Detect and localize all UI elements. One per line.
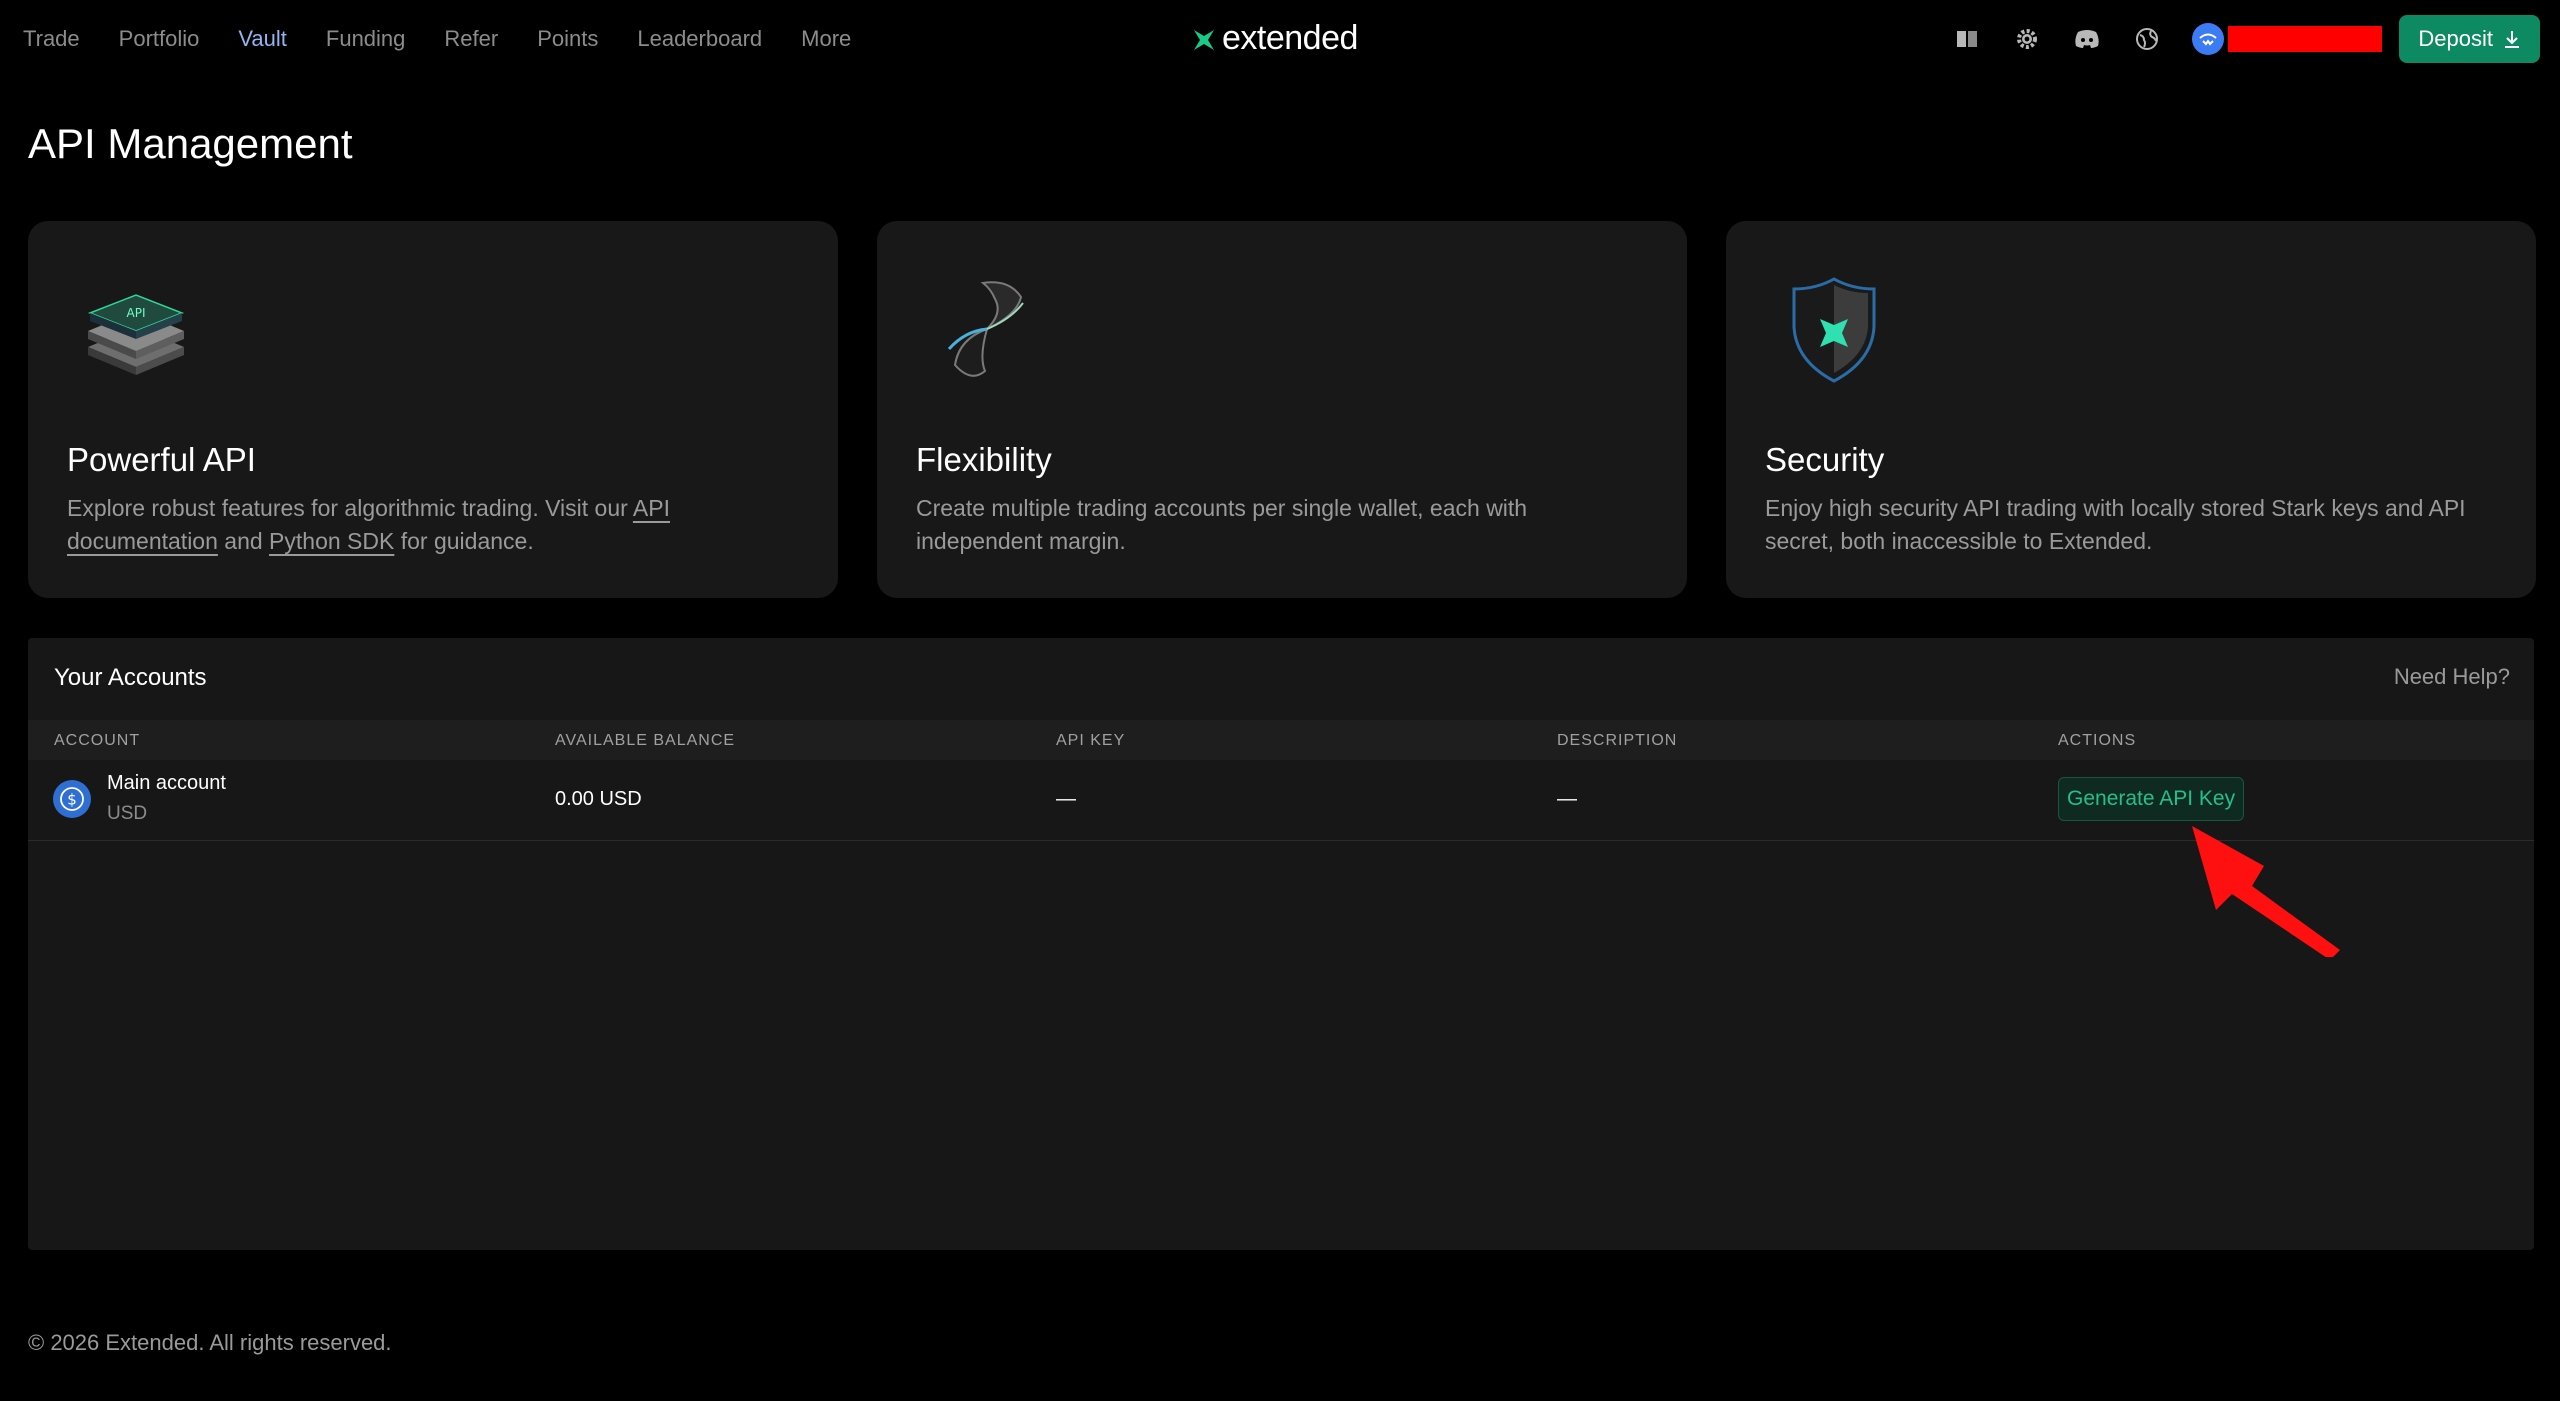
api-stack-icon: API [87, 294, 185, 375]
feature-description: Enjoy high security API trading with loc… [1765, 495, 2466, 554]
column-header: API KEY [1056, 732, 1126, 749]
footer-copyright: © 2026 Extended. All rights reserved. [28, 1330, 392, 1355]
column-header: DESCRIPTION [1557, 732, 1678, 749]
logo-mark-icon [1194, 30, 1214, 50]
svg-text:API: API [127, 306, 146, 320]
python-sdk-link[interactable]: Python SDK [269, 528, 394, 554]
deposit-button[interactable]: Deposit [2399, 15, 2540, 63]
nav-points[interactable]: Points [537, 26, 598, 52]
nav-refer[interactable]: Refer [444, 26, 498, 52]
feature-card-security: Security Enjoy high security API trading… [1726, 221, 2536, 598]
generate-api-key-button[interactable]: Generate API Key [2058, 777, 2245, 821]
nav-leaderboard[interactable]: Leaderboard [637, 26, 762, 52]
walletconnect-icon [2199, 33, 2218, 46]
deposit-label: Deposit [2418, 26, 2493, 51]
feature-card-flexibility: Flexibility Create multiple trading acco… [877, 221, 1687, 598]
globe-icon[interactable] [2134, 26, 2160, 52]
account-currency: USD [107, 803, 148, 824]
desc-text: and [217, 528, 270, 554]
top-bar: Trade Portfolio Vault Funding Refer Poin… [0, 0, 2560, 78]
need-help-link[interactable]: Need Help? [2394, 664, 2510, 690]
header-tools: Deposit [1920, 14, 2540, 64]
discord-icon[interactable] [2074, 26, 2100, 52]
available-balance: 0.00 USD [555, 788, 642, 810]
desc-text: for guidance. [394, 528, 534, 554]
hourglass-icon [947, 281, 1024, 377]
main-nav: Trade Portfolio Vault Funding Refer Poin… [23, 0, 890, 78]
column-header: ACTIONS [2058, 732, 2137, 749]
accounts-title: Your Accounts [54, 664, 207, 691]
brand-logo[interactable]: extended [1192, 18, 1358, 58]
description-value: — [1557, 788, 1577, 810]
wallet-avatar[interactable] [2192, 23, 2225, 55]
page-title: API Management [28, 120, 353, 167]
api-key-value: — [1056, 788, 1076, 810]
accounts-panel: Your Accounts Need Help? ACCOUNT AVAILAB… [28, 638, 2534, 1250]
feature-title: Powerful API [67, 441, 256, 478]
column-header: ACCOUNT [54, 732, 141, 749]
account-name: Main account [107, 772, 226, 794]
desc-text: Explore robust features for algorithmic … [67, 495, 633, 521]
table-row: $ Main account USD 0.00 USD — — Generate… [28, 760, 2534, 841]
feature-card-api: API Powerful API Explore robust features… [28, 221, 838, 598]
table-header: ACCOUNT AVAILABLE BALANCE API KEY DESCRI… [28, 720, 2534, 760]
usdc-icon: $ [53, 780, 91, 818]
nav-portfolio[interactable]: Portfolio [119, 26, 200, 52]
column-header: AVAILABLE BALANCE [555, 732, 736, 749]
book-icon[interactable] [1954, 26, 1980, 52]
nav-funding[interactable]: Funding [326, 26, 406, 52]
gear-icon[interactable] [2014, 26, 2040, 52]
feature-title: Security [1765, 441, 1885, 478]
feature-title: Flexibility [916, 441, 1052, 478]
nav-trade[interactable]: Trade [23, 26, 80, 52]
brand-name: extended [1222, 18, 1358, 57]
feature-description: Create multiple trading accounts per sin… [916, 495, 1528, 554]
wallet-address-redacted[interactable] [2228, 26, 2383, 52]
svg-text:$: $ [67, 791, 77, 809]
annotation-arrow-icon [2192, 826, 2340, 957]
nav-vault[interactable]: Vault [238, 26, 287, 52]
download-icon [2505, 31, 2519, 48]
nav-more[interactable]: More [801, 26, 851, 52]
feature-description: Explore robust features for algorithmic … [67, 492, 787, 558]
shield-icon [1792, 277, 1876, 383]
